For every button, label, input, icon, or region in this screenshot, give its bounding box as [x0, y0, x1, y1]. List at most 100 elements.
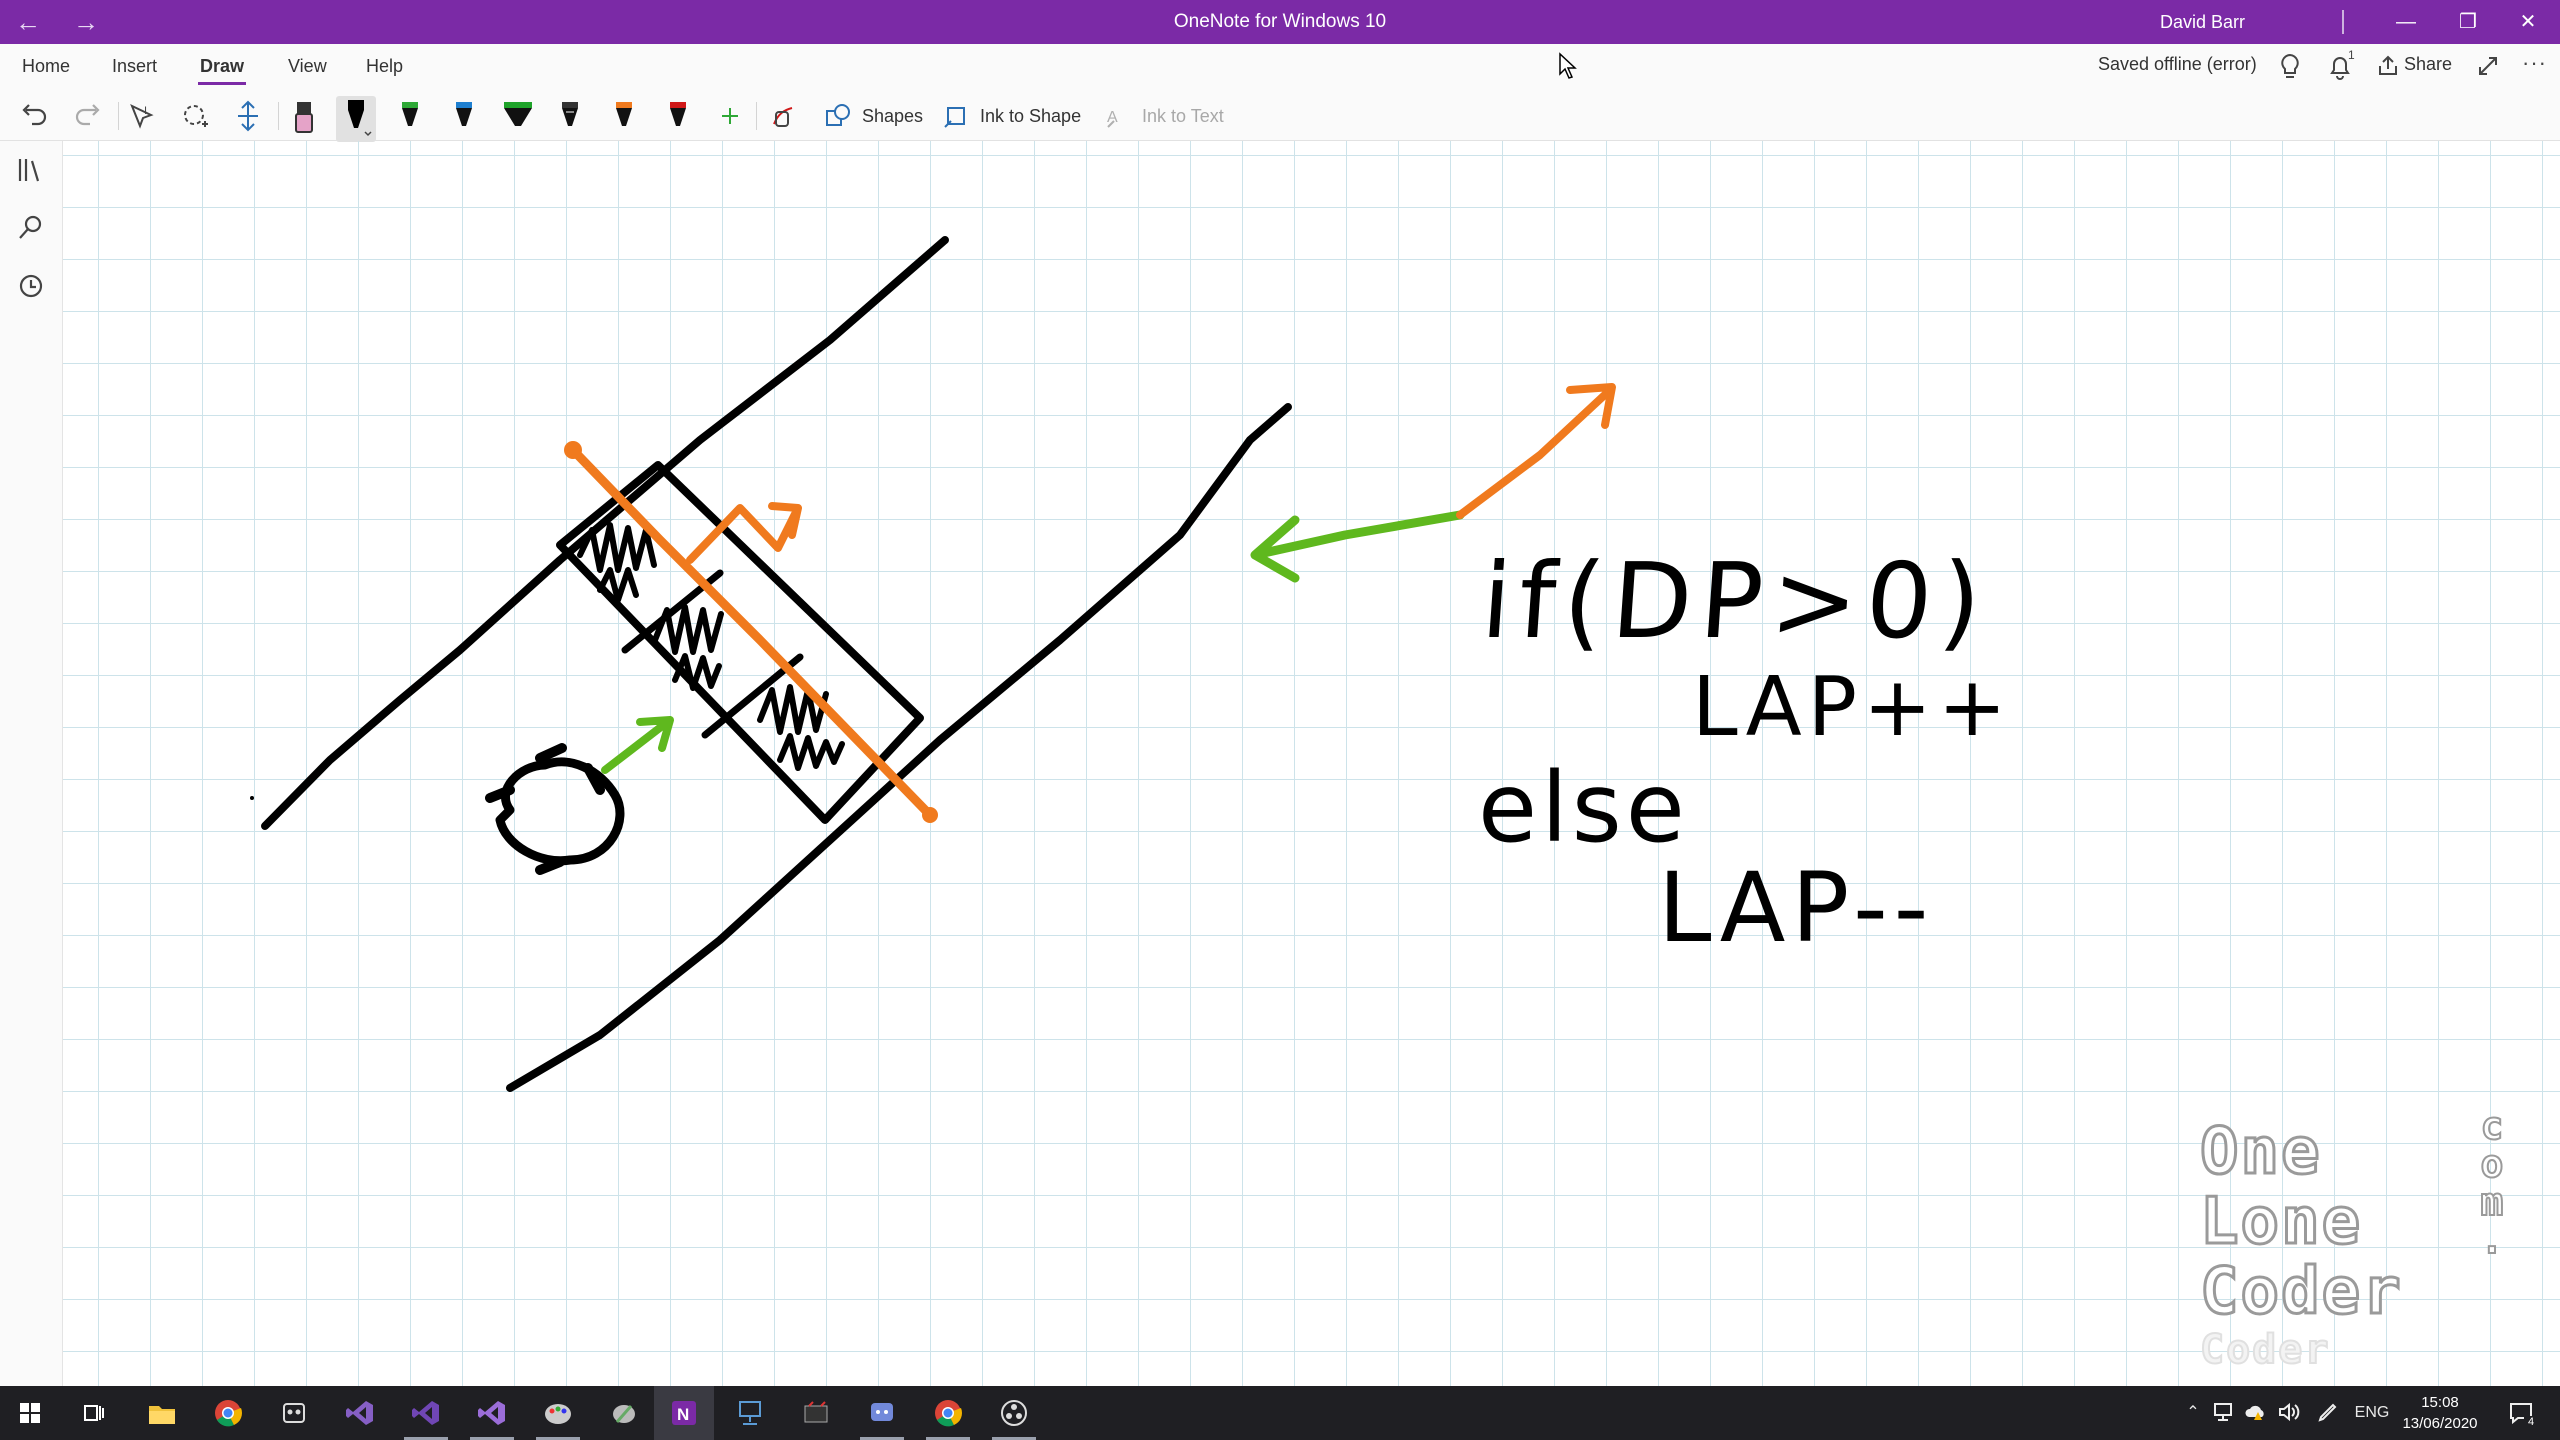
handwriting-else: else [1478, 752, 1689, 864]
obs-app[interactable] [984, 1386, 1044, 1440]
task-view-button[interactable] [64, 1386, 124, 1440]
handwriting-lap-increment: LAP++ [1692, 660, 2013, 755]
user-name[interactable]: David Barr [2160, 0, 2245, 44]
recent-notes-icon[interactable] [14, 269, 48, 303]
share-button[interactable]: Share [2404, 54, 2452, 75]
onenote-icon: N [672, 1401, 696, 1425]
pen-red-icon[interactable] [658, 96, 698, 142]
watermark-line: Coder [2199, 1254, 2403, 1331]
pen-blue-icon[interactable] [444, 96, 484, 142]
show-hidden-icons-chevron-icon[interactable]: ⌃ [2180, 1386, 2206, 1440]
clock-date: 13/06/2020 [2402, 1415, 2478, 1432]
visual-studio-2019-icon [412, 1401, 439, 1425]
type-select-icon[interactable]: I [122, 98, 162, 134]
volume-icon[interactable] [2276, 1400, 2300, 1424]
navigation-pane [0, 141, 63, 1386]
chrome-app[interactable] [198, 1386, 258, 1440]
onedrive-warning-icon[interactable] [2244, 1400, 2268, 1424]
shapes-label: Shapes [862, 105, 924, 126]
task-view-icon [84, 1405, 104, 1421]
ink-to-shape-button[interactable]: Ink to Shape [942, 98, 1081, 134]
handwriting-lap-decrement: LAP-- [1658, 852, 1935, 964]
tab-insert[interactable]: Insert [110, 52, 159, 81]
mouse-cursor-icon [1559, 52, 1577, 79]
ink-to-text-icon: A [1107, 109, 1118, 128]
notification-count: 1 [2348, 48, 2355, 62]
taskbar-clock[interactable]: 15:08 13/06/2020 [2380, 1392, 2500, 1434]
ink-replay-icon[interactable] [764, 98, 804, 134]
close-button[interactable]: ✕ [2498, 0, 2558, 44]
watermark-reflection: Coder [2199, 1326, 2331, 1374]
notebooks-icon[interactable] [14, 153, 48, 187]
onenote-app[interactable]: N [654, 1386, 714, 1440]
pen-workspace-icon[interactable] [2316, 1400, 2340, 1424]
tab-home[interactable]: Home [20, 52, 72, 81]
pencil-black-icon[interactable] [550, 96, 590, 142]
visual-studio-app-2[interactable] [396, 1386, 456, 1440]
add-space-icon[interactable] [228, 98, 268, 134]
visual-studio-app-3[interactable] [462, 1386, 522, 1440]
restore-button[interactable]: ❐ [2438, 0, 2498, 44]
lightbulb-icon[interactable] [2276, 52, 2304, 82]
media-app-icon [804, 1401, 828, 1423]
app-tool-1[interactable] [264, 1386, 324, 1440]
sync-status[interactable]: Saved offline (error) [2098, 54, 2257, 75]
ink-to-text-button[interactable]: A Ink to Text [1104, 98, 1224, 134]
chat-app-icon [871, 1403, 893, 1421]
more-options-icon[interactable]: ··· [2522, 50, 2547, 76]
chrome-icon [935, 1400, 962, 1427]
highlighter-pink-icon[interactable] [284, 96, 324, 142]
title-separator [2342, 10, 2344, 34]
minimize-button[interactable]: — [2376, 0, 2436, 44]
notifications-badge: 4 [2524, 1416, 2538, 1428]
app-tool-3[interactable] [720, 1386, 780, 1440]
discord-app[interactable] [852, 1386, 912, 1440]
network-icon[interactable] [2212, 1400, 2236, 1424]
ink-to-shape-icon [944, 107, 965, 128]
undo-icon[interactable] [14, 98, 54, 134]
start-button[interactable] [0, 1386, 60, 1440]
expand-icon[interactable] [2476, 54, 2500, 78]
title-bar: ← → OneNote for Windows 10 David Barr — … [0, 0, 2560, 44]
chrome-app-2[interactable] [918, 1386, 978, 1440]
tab-help[interactable]: Help [364, 52, 405, 81]
svg-text:N: N [677, 1405, 689, 1424]
highlighter-green-icon[interactable] [498, 96, 538, 142]
toolbar-separator [756, 102, 757, 130]
folder-icon [149, 1406, 175, 1424]
visual-studio-icon [346, 1401, 373, 1425]
visual-studio-code-app[interactable] [330, 1386, 390, 1440]
watermark-vertical: c o m . [2480, 1104, 2505, 1262]
watermark-line: One [2199, 1114, 2322, 1191]
ink-to-shape-label: Ink to Shape [980, 105, 1082, 126]
visual-studio-alt-icon [478, 1401, 505, 1425]
redo-icon[interactable] [68, 98, 108, 134]
app-tool-4[interactable] [786, 1386, 846, 1440]
toolbar-separator [278, 102, 279, 130]
lasso-select-icon[interactable] [176, 98, 216, 134]
chrome-icon [215, 1400, 242, 1427]
one-lone-coder-watermark: One Lone Coder c o m . Coder [2198, 1106, 2510, 1375]
network-app-icon [739, 1401, 761, 1425]
app-tool-2[interactable] [594, 1386, 654, 1440]
file-explorer-app[interactable] [132, 1386, 192, 1440]
handwriting-if-condition: if(DP>0) [1477, 540, 1994, 662]
shapes-button[interactable]: Shapes [824, 98, 923, 134]
brush-app-icon [613, 1405, 635, 1423]
tab-view[interactable]: View [286, 52, 329, 81]
paint-app[interactable] [528, 1386, 588, 1440]
pen-black-icon[interactable] [336, 96, 376, 142]
pen-orange-icon[interactable] [604, 96, 644, 142]
palette-icon [545, 1404, 571, 1424]
obs-icon [1001, 1400, 1027, 1426]
tab-draw[interactable]: Draw [198, 52, 247, 85]
pen-green-icon[interactable] [390, 96, 430, 142]
note-canvas[interactable] [63, 141, 2560, 1386]
taskbar: N ⌃ ENG 15:08 13/06/2020 4 [0, 1386, 2560, 1440]
ink-to-text-label: Ink to Text [1142, 105, 1224, 126]
add-pen-icon[interactable] [710, 98, 750, 134]
shapes-icon [826, 104, 850, 126]
search-icon[interactable] [14, 211, 48, 245]
share-icon[interactable] [2376, 54, 2400, 78]
robot-app-icon [283, 1403, 305, 1423]
